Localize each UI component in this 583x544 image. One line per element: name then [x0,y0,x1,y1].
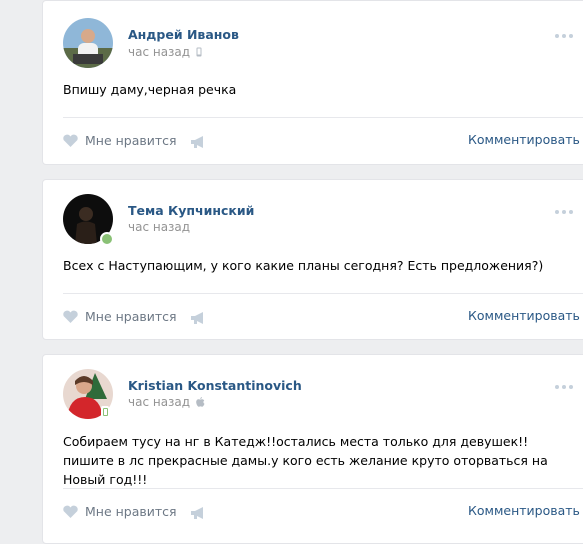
post-card: Тема Купчинский час назад Всех с Наступа… [42,179,583,340]
like-button[interactable]: Мне нравится [63,133,177,148]
heart-icon [63,310,78,323]
post-card: Андрей Иванов час назад Впишу даму,черна… [42,0,583,165]
heart-icon [63,505,78,518]
author-name-link[interactable]: Kristian Konstantinovich [128,378,302,393]
post-text: Всех с Наступающим, у кого какие планы с… [63,258,544,273]
divider [63,293,583,294]
post-text: Впишу даму,черная речка [63,82,237,97]
post-card: Kristian Konstantinovich час назад Собир… [42,354,583,544]
divider [63,488,583,489]
share-button[interactable] [190,310,206,329]
author-name-link[interactable]: Тема Купчинский [128,203,254,218]
post-text: Собираем тусу на нг в Катедж!!остались м… [63,434,548,487]
comment-button[interactable]: Комментировать [468,132,580,147]
comment-button[interactable]: Комментировать [468,308,580,323]
post-time-label: час назад [128,220,191,234]
avatar-photo [63,18,113,68]
post-time[interactable]: час назад [128,220,190,234]
more-actions-button[interactable] [555,385,573,389]
comment-button[interactable]: Комментировать [468,503,580,518]
like-label: Мне нравится [85,504,177,519]
divider [63,117,583,118]
like-button[interactable]: Мне нравится [63,309,177,324]
phone-icon [196,47,202,57]
heart-icon [63,134,78,147]
apple-icon [196,397,205,407]
post-time[interactable]: час назад [128,45,202,59]
megaphone-icon [191,136,203,148]
share-button[interactable] [190,505,206,524]
online-status-indicator [100,232,114,246]
author-name-link[interactable]: Андрей Иванов [128,27,239,42]
avatar[interactable] [63,18,113,68]
like-button[interactable]: Мне нравится [63,504,177,519]
like-label: Мне нравится [85,133,177,148]
mobile-online-indicator [101,406,109,418]
like-label: Мне нравится [85,309,177,324]
post-time[interactable]: час назад [128,395,205,409]
more-actions-button[interactable] [555,210,573,214]
post-time-label: час назад [128,395,191,409]
megaphone-icon [191,312,203,324]
more-actions-button[interactable] [555,34,573,38]
share-button[interactable] [190,134,206,153]
megaphone-icon [191,507,203,519]
post-time-label: час назад [128,45,191,59]
